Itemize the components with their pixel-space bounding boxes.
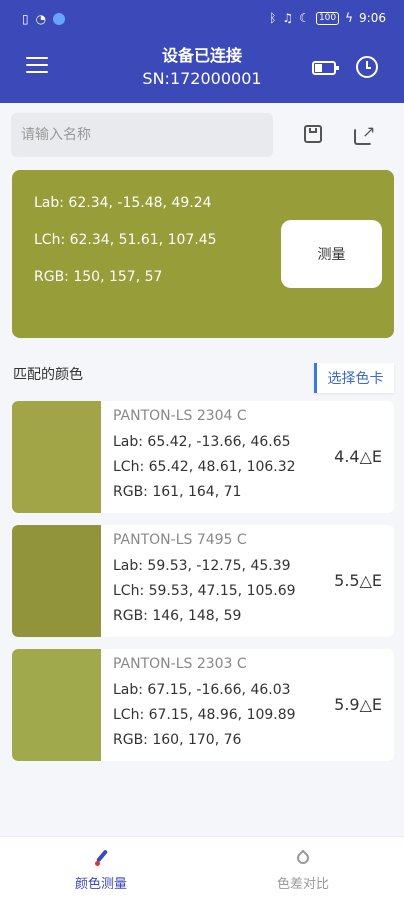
measured-lab: Lab: 62.34, -15.48, 49.24 (34, 195, 212, 211)
moon-icon: ☾ (299, 11, 310, 25)
matched-color-item[interactable]: PANTON-LS 2303 C Lab: 67.15, -16.66, 46.… (12, 649, 394, 761)
color-lch: LCh: 67.15, 48.96, 109.89 (113, 707, 296, 723)
device-serial: SN:172000001 (142, 69, 262, 88)
color-lab: Lab: 67.15, -16.66, 46.03 (113, 682, 291, 698)
header-title-block: 设备已连接 SN:172000001 (100, 45, 304, 90)
tab-label: 色差对比 (276, 877, 329, 892)
status-left-icons: ▯ ◔ (22, 12, 66, 26)
measurement-card: Lab: 62.34, -15.48, 49.24 LCh: 62.34, 51… (12, 170, 394, 338)
charging-icon: ϟ (345, 11, 354, 25)
wifi-icon: ◔ (35, 12, 47, 26)
measured-rgb: RGB: 150, 157, 57 (34, 269, 163, 285)
color-swatch (12, 649, 101, 761)
tab-color-measure[interactable]: 颜色测量 (0, 837, 202, 901)
color-rgb: RGB: 146, 148, 59 (113, 608, 242, 624)
battery-level: 100 (315, 11, 340, 25)
bottom-nav: 颜色测量 色差对比 (0, 836, 404, 901)
select-color-card-button[interactable]: 选择色卡 (314, 363, 394, 393)
color-name: PANTON-LS 2304 C (113, 408, 247, 424)
color-rgb: RGB: 161, 164, 71 (113, 484, 242, 500)
status-time: 9:06 (359, 11, 386, 25)
sim-icon: ▯ (22, 12, 29, 26)
bell-icon: ♫ (282, 11, 294, 25)
menu-icon[interactable] (26, 57, 48, 75)
delta-e-value: 4.4△E (334, 447, 382, 466)
color-name: PANTON-LS 7495 C (113, 532, 247, 548)
tab-label: 颜色测量 (74, 877, 127, 892)
color-lab: Lab: 59.53, -12.75, 45.39 (113, 558, 291, 574)
matched-color-item[interactable]: PANTON-LS 2304 C Lab: 65.42, -13.66, 46.… (12, 401, 394, 513)
color-lch: LCh: 65.42, 48.61, 106.32 (113, 459, 296, 475)
share-icon[interactable]: ↗ (352, 123, 376, 147)
status-bar: ▯ ◔ ᛒ ♫ ☾ 100 ϟ 9:06 (0, 0, 404, 40)
measured-lch: LCh: 62.34, 51.61, 107.45 (34, 232, 217, 248)
measure-button[interactable]: 测量 (281, 220, 382, 288)
color-swatch (12, 401, 101, 513)
name-input[interactable] (11, 113, 273, 157)
matched-color-info: PANTON-LS 7495 C Lab: 59.53, -12.75, 45.… (113, 531, 296, 625)
matched-color-item[interactable]: PANTON-LS 7495 C Lab: 59.53, -12.75, 45.… (12, 525, 394, 637)
app-header: ▯ ◔ ᛒ ♫ ☾ 100 ϟ 9:06 设备已连接 SN:172000001 (0, 0, 404, 103)
color-rgb: RGB: 160, 170, 76 (113, 732, 242, 748)
matched-colors-label: 匹配的颜色 (13, 367, 83, 383)
history-clock-icon[interactable] (356, 56, 378, 78)
matched-color-info: PANTON-LS 2303 C Lab: 67.15, -16.66, 46.… (113, 655, 296, 749)
delta-e-value: 5.5△E (334, 571, 382, 590)
color-name: PANTON-LS 2303 C (113, 656, 247, 672)
save-icon[interactable] (302, 123, 326, 147)
status-right-icons: ᛒ ♫ ☾ 100 ϟ 9:06 (269, 11, 386, 25)
tab-color-difference[interactable]: 色差对比 (202, 837, 404, 901)
device-battery-icon[interactable] (312, 61, 339, 75)
delta-e-value: 5.9△E (334, 695, 382, 714)
bluetooth-icon: ᛒ (269, 11, 277, 25)
color-lch: LCh: 59.53, 47.15, 105.69 (113, 583, 296, 599)
notification-dot-icon (53, 13, 66, 25)
water-drop-icon (294, 849, 312, 867)
color-swatch (12, 525, 101, 637)
matched-color-info: PANTON-LS 2304 C Lab: 65.42, -13.66, 46.… (113, 407, 296, 501)
eyedropper-icon (92, 849, 110, 867)
color-lab: Lab: 65.42, -13.66, 46.65 (113, 434, 291, 450)
page-title: 设备已连接 (161, 46, 242, 65)
